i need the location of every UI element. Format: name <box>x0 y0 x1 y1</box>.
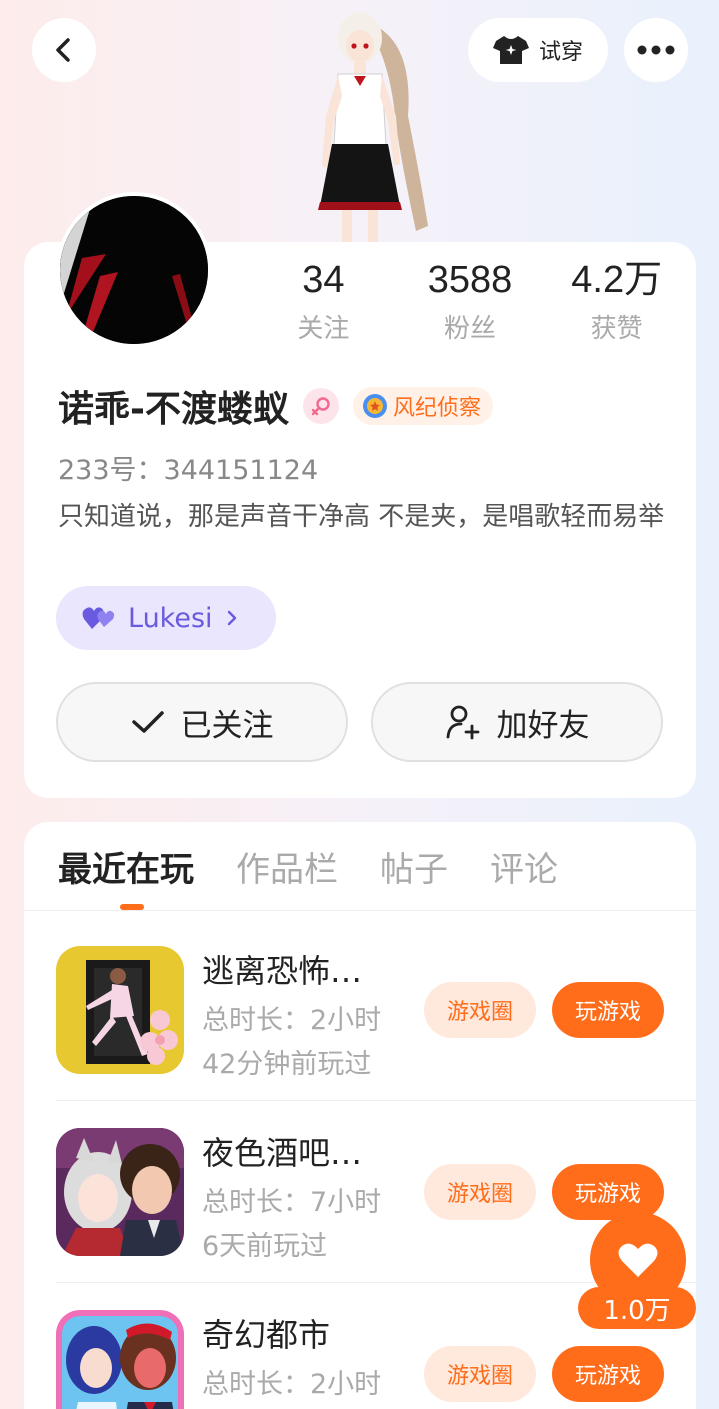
tab-posts[interactable]: 帖子 <box>380 842 448 891</box>
followed-button[interactable]: 已关注 <box>56 682 348 762</box>
user-id: 233号：344151124 <box>58 455 319 486</box>
more-button[interactable] <box>624 18 688 82</box>
game-last-played: 42分钟前玩过 <box>202 1049 372 1080</box>
stat-label: 粉丝 <box>444 314 497 344</box>
game-duration: 总时长：2小时 <box>202 1369 382 1400</box>
stat-likes[interactable]: 4.2万 获赞 <box>543 256 690 345</box>
list-item[interactable]: 逃离恐怖… 总时长：2小时 42分钟前玩过 游戏圈 玩游戏 <box>56 946 696 1080</box>
tab-comments[interactable]: 评论 <box>490 842 558 891</box>
police-badge-icon <box>362 394 387 418</box>
tshirt-icon <box>492 36 529 64</box>
club-name: Lukesi <box>128 602 213 634</box>
game-icon <box>56 946 184 1074</box>
game-duration: 总时长：7小时 <box>202 1187 382 1218</box>
game-circle-button[interactable]: 游戏圈 <box>424 1164 536 1220</box>
more-dots-icon <box>637 45 675 55</box>
double-heart-icon <box>82 607 115 629</box>
game-circle-button[interactable]: 游戏圈 <box>424 1346 536 1402</box>
role-badge[interactable]: 风纪侦察 <box>352 387 493 425</box>
avatar-image <box>60 196 208 344</box>
add-friend-button[interactable]: 加好友 <box>371 682 663 762</box>
name-row: 诺乖-不渡蝼蚁 风纪侦察 <box>58 380 493 432</box>
stats-row: 34 关注 3588 粉丝 4.2万 获赞 <box>250 256 690 345</box>
chevron-left-icon <box>56 38 70 62</box>
game-last-played: 6天前玩过 <box>202 1231 328 1262</box>
like-count: 1.0万 <box>578 1287 696 1329</box>
tab-works[interactable]: 作品栏 <box>236 842 338 891</box>
stat-fans[interactable]: 3588 粉丝 <box>397 256 544 345</box>
heart-icon <box>618 1243 658 1277</box>
game-icon <box>56 1310 184 1409</box>
stat-value: 3588 <box>427 259 513 301</box>
user-name: 诺乖-不渡蝼蚁 <box>58 389 289 430</box>
game-title: 逃离恐怖… <box>202 952 363 990</box>
tab-recent-play[interactable]: 最近在玩 <box>58 842 194 891</box>
divider <box>24 910 696 911</box>
stat-label: 关注 <box>297 314 350 344</box>
game-circle-button[interactable]: 游戏圈 <box>424 982 536 1038</box>
add-friend-label: 加好友 <box>496 707 590 744</box>
role-badge-label: 风纪侦察 <box>392 396 481 421</box>
divider <box>56 1100 696 1101</box>
add-user-icon <box>446 705 479 740</box>
user-bio: 只知道说，那是声音干净高 不是夹，是唱歌轻而易举 <box>58 502 665 532</box>
try-on-label: 试穿 <box>538 40 583 65</box>
game-title: 奇幻都市 <box>202 1316 331 1354</box>
game-icon <box>56 1128 184 1256</box>
play-game-button[interactable]: 玩游戏 <box>552 1164 664 1220</box>
chevron-right-icon <box>227 610 236 626</box>
stat-label: 获赞 <box>590 314 643 344</box>
game-duration: 总时长：2小时 <box>202 1005 382 1036</box>
play-game-button[interactable]: 玩游戏 <box>552 982 664 1038</box>
try-on-button[interactable]: 试穿 <box>468 18 608 82</box>
stat-value: 4.2万 <box>571 259 663 301</box>
avatar-character <box>318 12 428 244</box>
back-button[interactable] <box>32 18 96 82</box>
stat-value: 34 <box>302 259 345 301</box>
followed-label: 已关注 <box>180 707 274 744</box>
content-tabs: 最近在玩 作品栏 帖子 评论 <box>58 842 558 891</box>
female-icon <box>302 388 339 424</box>
club-tag[interactable]: Lukesi <box>56 586 276 650</box>
play-game-button[interactable]: 玩游戏 <box>552 1346 664 1402</box>
stat-following[interactable]: 34 关注 <box>250 256 397 345</box>
avatar[interactable] <box>56 192 212 348</box>
game-title: 夜色酒吧… <box>202 1134 363 1172</box>
check-icon <box>131 711 164 733</box>
